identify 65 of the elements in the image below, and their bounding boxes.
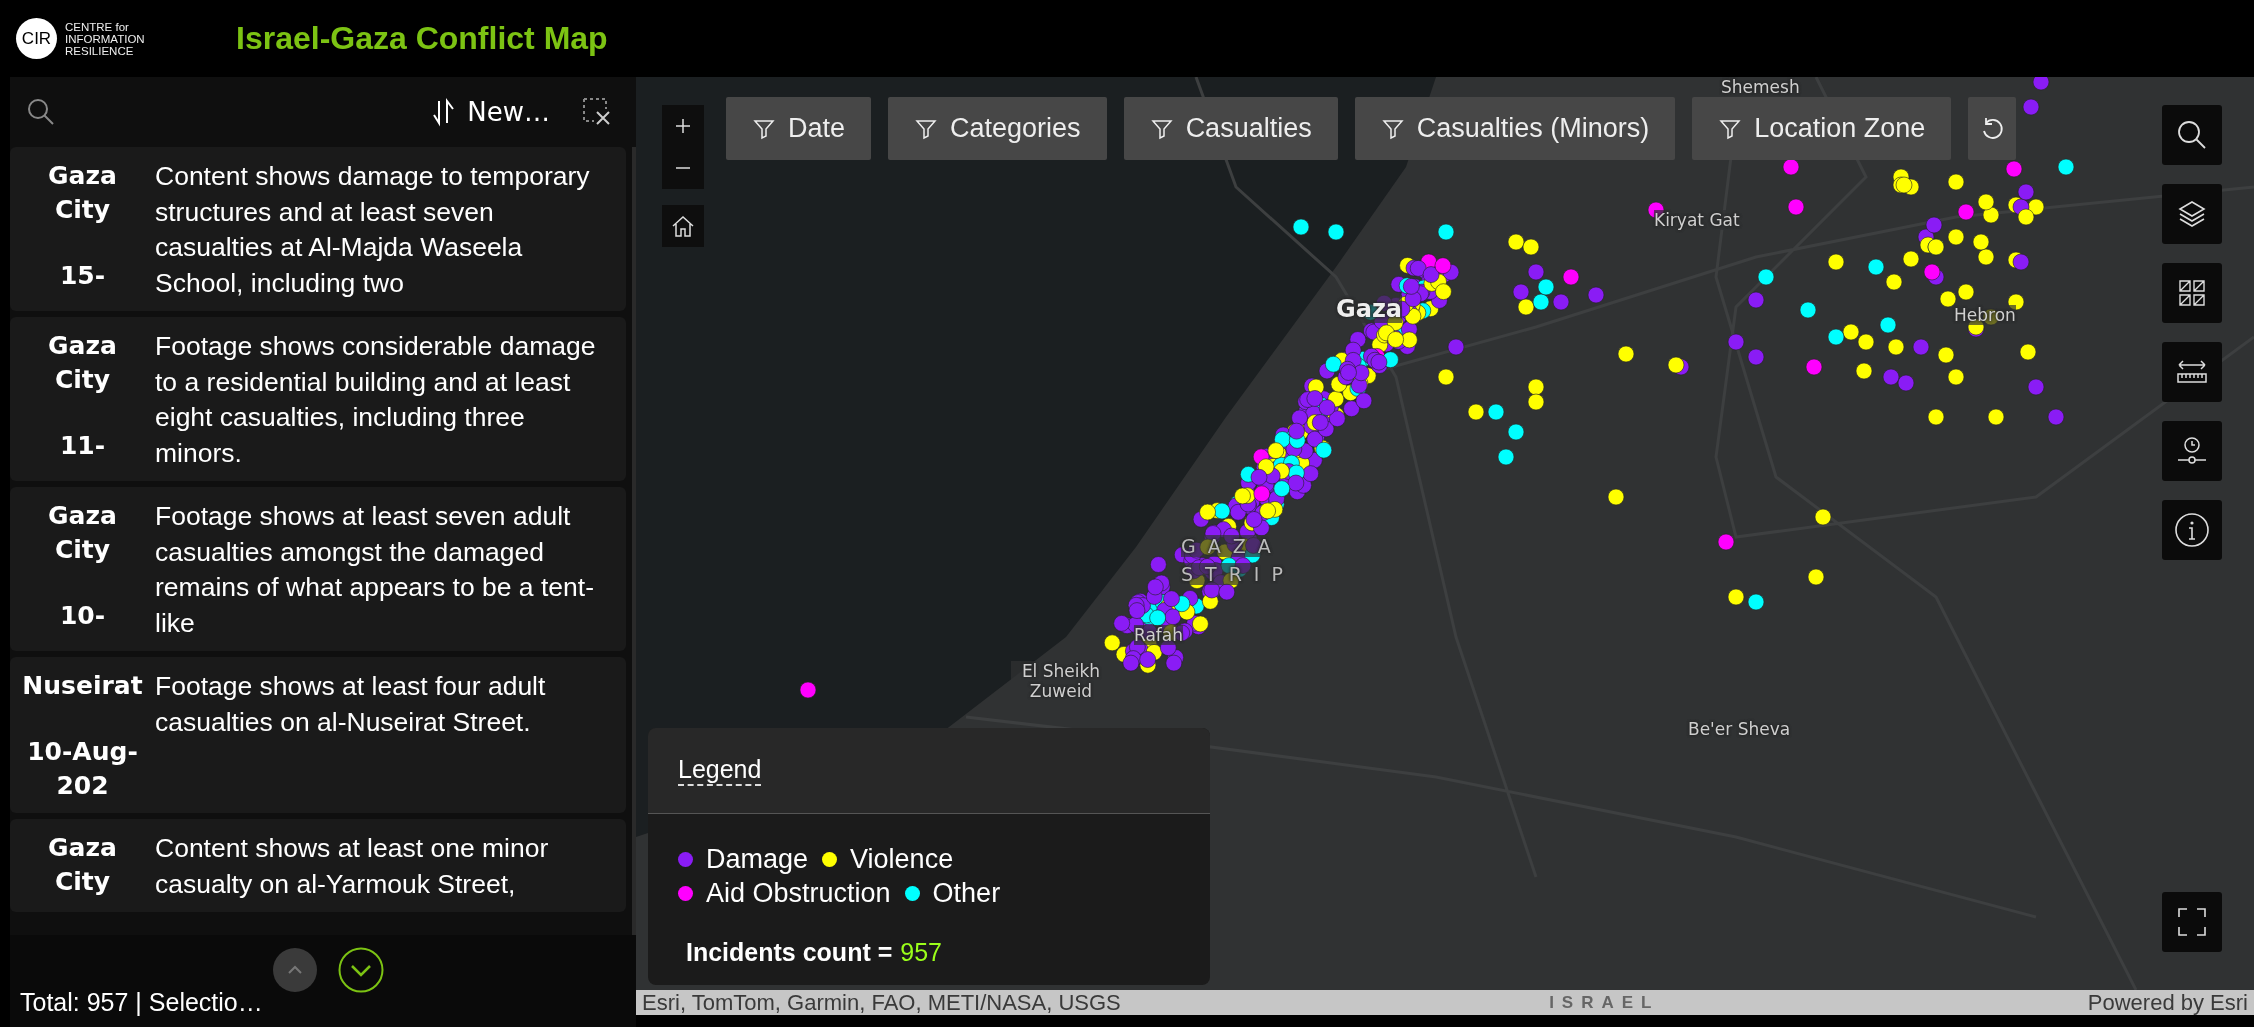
filter-button[interactable]: Categories [888,97,1107,160]
place-name: Gaza City [47,500,118,566]
total-summary: Total: 957 | Selectio… [20,987,263,1017]
logo-text: CENTRE for INFORMATION RESILIENCE [65,20,145,57]
grid-icon [2176,277,2208,309]
search-icon [2176,119,2208,151]
clear-selection-icon[interactable] [582,97,612,127]
incident-description: Content shows at least one minor casualty on al-Yarmouk Street, [155,832,550,901]
filter-button[interactable]: Date [726,97,872,160]
info-button[interactable] [2162,500,2222,560]
clock-slider-icon [2175,435,2209,467]
sort-button[interactable]: New… [431,97,550,127]
legend-title: Legend [678,755,762,786]
place-name: Gaza City [47,160,118,226]
powered-by-text: Powered by Esri [2087,990,2248,1015]
place-name: Gaza City [47,832,118,898]
count-value: 957 [900,938,942,966]
info-icon [2174,512,2210,548]
legend-label: Aid Obstruction [706,877,891,910]
incident-date: 15- [58,260,107,292]
legend-label: Damage [706,843,809,876]
incident-date: 10-Aug-202 [26,736,139,802]
incident-card[interactable]: Nuseirat 10-Aug-202 Footage shows at least four adult casualties on al-Nuseirat Street. [10,657,626,813]
incident-date: 11- [58,430,107,462]
attribution-text: Esri, TomTom, Garmin, FAO, METI/NASA, USGS [642,990,1121,1015]
map-label: ISRAEL [1549,992,1660,1014]
incident-description: Content shows damage to temporary structures and at least seven casualties at Al-Majda Waseela School, including two [155,160,591,300]
reset-button[interactable] [1968,97,2017,160]
incident-card[interactable]: Gaza City 10- Footage shows at least seven adult casualties amongst the damaged remains of what appears to be a tent-like [10,487,626,651]
logo-circle: CIR [16,18,57,59]
app-title: Israel-Gaza Conflict Map [236,20,608,57]
map-label: Rafah [1134,625,1184,645]
incident-card[interactable]: Gaza City Content shows at least one minor casualty on al-Yarmouk Street, [10,819,626,912]
incident-description: Footage shows at least four adult casualties on al-Nuseirat Street. [155,670,547,739]
incident-card[interactable]: Gaza City 15- Content shows damage to temporary structures and at least seven casualties at Al-Majda Waseela School, including two [10,147,626,311]
layers-icon [2176,198,2208,230]
filter-button[interactable]: Casualties [1123,97,1338,160]
time-slider-button[interactable] [2162,421,2222,481]
plus-icon [673,116,693,136]
filter-button[interactable]: Location Zone [1692,97,1952,160]
filter-button[interactable]: Casualties (Minors) [1354,97,1676,160]
legend-label: Other [932,877,1001,910]
incident-description: Footage shows considerable damage to a residential building and at least eight casualties, including three minors. [155,330,597,470]
place-name: Gaza City [47,330,118,396]
fullscreen-icon [2177,907,2207,937]
count-label: Incidents count = [686,938,893,966]
minus-icon [675,167,691,169]
measure-button[interactable] [2162,342,2222,402]
incident-description: Footage shows at least seven adult casualties amongst the damaged remains of what appears to be a tent-like [155,500,595,640]
search-button[interactable] [2162,105,2222,165]
place-name: Nuseirat [21,670,144,702]
zoom-in-button[interactable] [662,105,704,147]
home-icon [670,213,696,239]
fullscreen-button[interactable] [2162,892,2222,952]
incident-date: 10- [58,600,107,632]
incident-card[interactable]: Gaza City 11- Footage shows considerable damage to a residential building and at least eight casualties, including three minors. [10,317,626,481]
map-label: Gaza [1336,295,1403,323]
map-label: Kiryat Gat [1654,210,1740,230]
map-label: Hebron [1954,305,2016,325]
basemap-gallery-button[interactable] [2162,263,2222,323]
search-icon[interactable] [26,97,56,127]
home-button[interactable] [662,205,704,247]
layers-button[interactable] [2162,184,2222,244]
scroll-down-button[interactable] [338,947,384,993]
legend-label: Violence [850,843,954,876]
